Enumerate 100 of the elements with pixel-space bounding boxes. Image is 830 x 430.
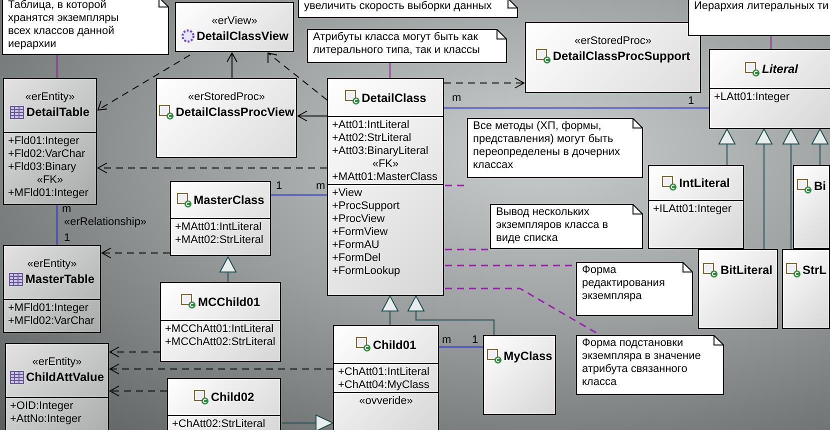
- class-icon: [536, 48, 551, 64]
- member-text: +ChAtt02:StrLiteral: [172, 418, 266, 430]
- member-text: +MCChAtt02:StrLiteral: [165, 336, 276, 349]
- multiplicity-label: «erRelationship»: [64, 216, 147, 229]
- class-icon: [703, 262, 718, 278]
- stereotype-label: «FK»: [372, 158, 399, 171]
- member-text: +Att01:IntLiteral: [332, 119, 410, 132]
- member-text: +Fld01:Integer: [8, 135, 80, 148]
- association-line: [56, 204, 58, 246]
- member-text: +View: [332, 187, 364, 200]
- member-text: +ChAtt04:MyClass: [338, 379, 430, 392]
- multiplicity-label: 1: [688, 95, 694, 108]
- class-icon: [662, 176, 678, 190]
- class-icon: [194, 390, 209, 404]
- note-text: увеличить скорость выборки данных: [304, 0, 492, 13]
- stereotype-label: «erStoredProc»: [188, 91, 266, 104]
- class-name: DetailClassView: [196, 28, 288, 44]
- class-name: MyClass: [504, 348, 552, 364]
- class-name: DetailTable: [26, 104, 90, 120]
- class-icon: [786, 262, 800, 278]
- member-text: +LAtt01:Integer: [714, 91, 791, 104]
- member-text: +Att03:BinaryLiteral: [332, 145, 430, 158]
- table-icon: [9, 272, 24, 286]
- class-name: Child02: [210, 389, 254, 405]
- member-text: +ProcView: [332, 213, 386, 226]
- member-text: +MFld01:Integer: [8, 187, 90, 200]
- table-icon: [10, 370, 24, 384]
- note-link: [445, 184, 467, 186]
- member-text: +ChAtt01:IntLiteral: [338, 366, 430, 379]
- member-text: +Fld03:Binary: [8, 161, 78, 174]
- class-icon: [744, 62, 760, 76]
- multiplicity-label: 1: [64, 232, 70, 245]
- member-text: +MAtt02:StrLiteral: [175, 234, 264, 247]
- class-icon: [797, 178, 812, 194]
- class-icon: [180, 294, 196, 309]
- member-text: +ILAtt01:Integer: [653, 203, 733, 216]
- class-name: DetailClassProcSupport: [552, 48, 690, 64]
- member-text: +FormAU: [332, 239, 380, 252]
- member-text: +MFld02:VarChar: [8, 315, 96, 328]
- multiplicity-label: 1: [472, 334, 478, 347]
- association-line: [438, 346, 484, 348]
- multiplicity-label: m: [452, 92, 462, 105]
- member-text: +OID:Integer: [10, 400, 74, 413]
- class-name: BitLiteral: [720, 262, 772, 278]
- generalization-arrow: [381, 294, 399, 326]
- class-icon: [176, 192, 192, 208]
- note-text: Все методы (ХП, формы, представления) могут быть переопределены в дочерних классах: [473, 120, 620, 172]
- generalization-arrow: [811, 128, 829, 166]
- member-text: +FormView: [332, 226, 389, 239]
- table-icon: [10, 106, 24, 118]
- stereotype-label: «FK»: [36, 174, 64, 187]
- member-text: +MAtt01:IntLiteral: [175, 221, 263, 234]
- note-text: Иерархия литеральных ти: [694, 0, 829, 13]
- note-text: Атрибуты класса могут быть как литерального типа, так и классы: [313, 31, 480, 57]
- generalization-arrow: [219, 256, 237, 282]
- note-link: [445, 248, 490, 250]
- class-name: IntLiteral: [679, 175, 730, 191]
- class-name: Bi: [814, 178, 826, 194]
- stereotype-label: «ovveride»: [359, 395, 413, 408]
- stereotype-label: «erEntity»: [25, 91, 75, 104]
- member-text: +MCChAtt01:IntLiteral: [165, 323, 275, 336]
- class-icon: [356, 337, 371, 352]
- class-name: DetailClass: [362, 90, 426, 106]
- class-name: MasterTable: [25, 271, 95, 287]
- member-text: +ProcSupport: [332, 200, 401, 213]
- note-link: [770, 36, 772, 50]
- note-text: Форма редактирования экземпляра: [582, 264, 665, 303]
- class-name: DetailClassProcView: [176, 104, 294, 120]
- generalization-arrow: [282, 414, 334, 430]
- member-text: +FormDel: [332, 252, 382, 265]
- class-icon: [158, 104, 174, 120]
- association-line: [270, 194, 328, 196]
- class-name: Literal: [762, 61, 798, 77]
- class-name: ChildAttValue: [26, 369, 104, 385]
- stereotype-label: «erEntity»: [27, 258, 77, 271]
- note-text: Форма подстановки экземпляра в значение атрибута связанного класса: [582, 337, 701, 389]
- class-name: Child01: [372, 336, 416, 352]
- class-name: MasterClass: [194, 192, 264, 208]
- class-icon: [486, 348, 502, 364]
- member-text: +FormLookup: [332, 265, 402, 278]
- multiplicity-label: m: [62, 203, 72, 216]
- note-text: Вывод нескольких экземпляров класса в виде списка: [496, 206, 608, 245]
- member-text: +Fld02:VarChar: [8, 148, 86, 161]
- stereotype-label: «erEntity»: [32, 356, 82, 369]
- class-icon: [344, 90, 360, 105]
- member-text: +AttNo:Integer: [10, 413, 82, 426]
- view-icon: [180, 29, 195, 43]
- generalization-arrow: [718, 128, 736, 166]
- note-link: [56, 54, 58, 78]
- stereotype-label: «erView»: [212, 15, 258, 28]
- multiplicity-label: 1: [276, 180, 282, 193]
- member-text: +MFld01:Integer: [8, 302, 90, 315]
- note-text: Таблица, в которой хранятся экземпляры всех классов данной иерархии: [8, 0, 119, 51]
- multiplicity-label: m: [442, 334, 452, 347]
- member-text: +MAtt01:MasterClass: [332, 171, 438, 184]
- class-name: MCChild01: [198, 294, 260, 310]
- member-text: +Att02:StrLiteral: [332, 132, 412, 145]
- stereotype-label: «erStoredProc»: [574, 35, 652, 48]
- class-name: StrL: [802, 262, 826, 278]
- multiplicity-label: m: [316, 180, 326, 193]
